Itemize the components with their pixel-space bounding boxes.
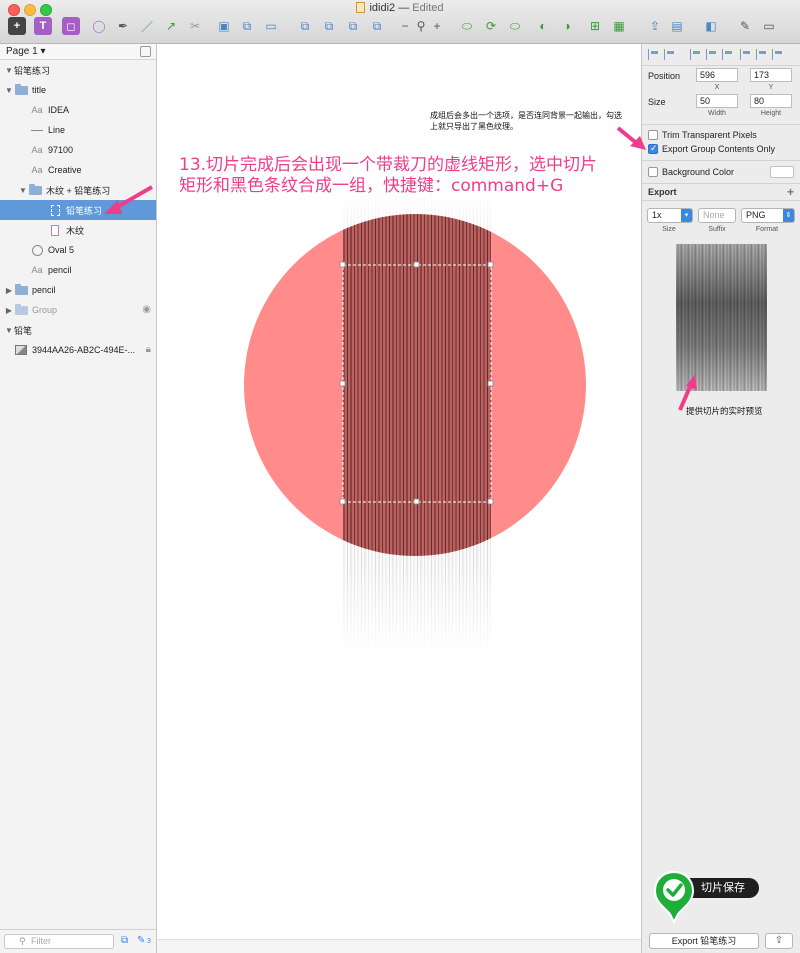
arrow-head-icon — [104, 200, 122, 214]
annotation-arrows — [104, 126, 697, 411]
checkmark-pin-icon — [653, 870, 695, 924]
